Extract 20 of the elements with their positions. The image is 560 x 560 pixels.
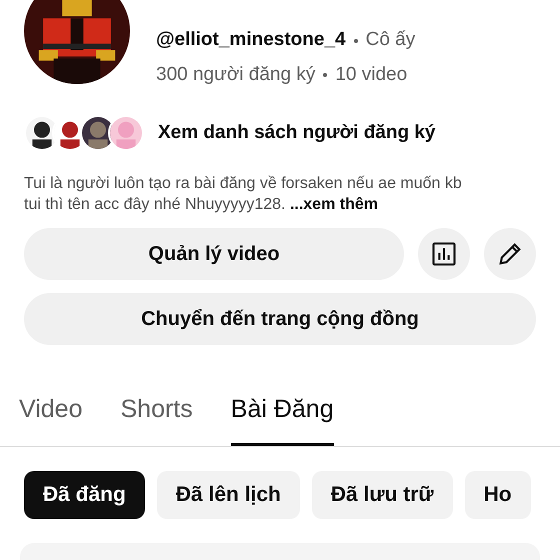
separator-dot [354, 38, 358, 43]
filter-chip[interactable]: Đã lên lịch [156, 470, 300, 518]
filter-chip[interactable]: Ho [464, 470, 531, 518]
analytics-button[interactable] [418, 228, 470, 280]
manage-videos-button[interactable]: Quản lý video [24, 228, 404, 280]
filter-chip[interactable]: Đã đăng [24, 470, 145, 518]
tab[interactable]: Shorts [120, 383, 193, 446]
video-count: 10 video [335, 64, 408, 84]
separator-dot [323, 73, 328, 78]
channel-handle: @elliot_minestone_4 [156, 29, 346, 50]
channel-description: Tui là người luôn tạo ra bài đăng về forsaken nếu ae muốn kb tui thì tên acc đây nhé Nhuyyyyy128. ...xem thêm [23, 174, 463, 215]
see-more-link[interactable]: ...xem thêm [290, 196, 378, 213]
community-button[interactable]: Chuyển đến trang cộng đồng [24, 293, 536, 345]
tab[interactable]: Video [19, 383, 82, 446]
bar-chart-icon [430, 240, 458, 268]
pronoun-label: Cô ấy [366, 29, 416, 50]
tab[interactable]: Bài Đăng [230, 383, 334, 446]
subscriber-list-link[interactable]: Xem danh sách người đăng ký [158, 118, 436, 148]
subscriber-count: 300 người đăng ký [156, 64, 316, 84]
filter-chip[interactable]: Đã lưu trữ [312, 470, 453, 518]
